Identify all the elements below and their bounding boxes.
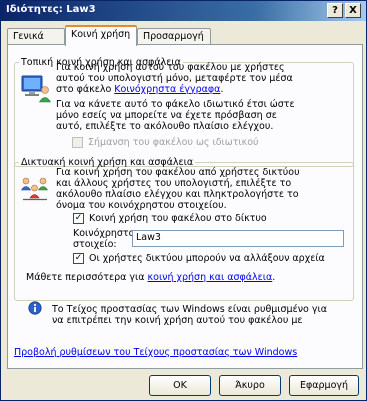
share-name-label: Κοινόχρηστο στοιχείο: — [73, 228, 134, 250]
local-text-line: Για να κάνετε αυτό το φάκελο ιδιωτικό έτ… — [56, 99, 295, 110]
sharing-tab-page: Τοπική κοινή χρήση και ασφάλεια Για κοιν… — [7, 44, 363, 369]
local-text-prefix: στο φάκελο — [56, 84, 115, 95]
local-text-suffix: . — [220, 84, 224, 95]
allow-change-files-label: Οι χρήστες δικτύου μπορούν να αλλάξουν α… — [89, 253, 325, 264]
help-icon[interactable]: ? — [327, 3, 343, 18]
private-folder-label: Σήμανση του φακέλου ως ιδιωτικού — [88, 137, 259, 148]
local-text-line: στο φάκελο Κοινόχρηστα έγγραφα. — [56, 84, 293, 95]
firewall-settings-link[interactable]: Προβολή ρυθμίσεων του Τείχους προστασίας… — [14, 347, 297, 358]
allow-change-files-checkbox[interactable]: ✓ — [73, 253, 84, 264]
shared-documents-link[interactable]: Κοινόχρηστα έγγραφα — [114, 84, 220, 95]
firewall-info-line: Το Τείχος προστασίας των Windows είναι ρ… — [52, 304, 327, 315]
sharing-security-link[interactable]: κοινή χρήση και ασφάλεια — [148, 272, 273, 283]
properties-dialog: Ιδιότητες: Law3 ? X Γενικά Κοινή χρήση Π… — [0, 0, 367, 401]
share-name-input[interactable]: Law3 — [132, 230, 344, 247]
share-name-label-line: Κοινόχρηστο — [73, 228, 135, 239]
users-computer-icon — [21, 75, 51, 103]
tab-strip: Γενικά Κοινή χρήση Προσαρμογή — [7, 25, 363, 46]
share-name-label-line: στοιχείο: — [73, 239, 117, 250]
network-text-line: Για κοινή χρήση του φακέλου από χρήστες … — [56, 167, 300, 178]
share-on-network-checkbox[interactable]: ✓ — [73, 213, 84, 224]
network-share-icon — [21, 177, 49, 201]
close-icon[interactable]: X — [345, 3, 361, 18]
apply-button[interactable]: Εφαρμογή — [289, 375, 359, 396]
local-text-line: Για κοινή χρήση αυτού του φακέλου με χρή… — [56, 62, 285, 73]
network-text-line: όνομα του κοινόχρηστου στοιχείου. — [56, 200, 227, 211]
learn-more-text: Μάθετε περισσότερα για κοινή χρήση και α… — [26, 272, 275, 283]
network-text: Για κοινή χρήση του φακέλου από χρήστες … — [56, 167, 300, 211]
learn-more-suffix: . — [272, 272, 276, 283]
tab-sharing[interactable]: Κοινή χρήση — [65, 25, 137, 46]
share-on-network-label: Κοινή χρήση του φακέλου στο δίκτυο — [89, 213, 267, 224]
local-text-line: μόνο εσείς να μπορείτε να έχετε πρόσβαση… — [56, 110, 277, 121]
local-text-line: αυτό, επιλέξτε το ακόλουθο πλαίσιο ελέγχ… — [56, 121, 274, 132]
network-text-line: ακόλουθο πλαίσιο ελέγχου και πληκτρολογή… — [56, 189, 299, 200]
learn-more-prefix: Μάθετε περισσότερα για — [26, 272, 148, 283]
tab-general[interactable]: Γενικά — [7, 28, 65, 45]
private-folder-checkbox[interactable] — [72, 137, 83, 148]
local-text-line: αυτού του υπολογιστή μόνο, μεταφέρτε τον… — [56, 73, 293, 84]
info-icon — [28, 301, 42, 315]
local-text-2: Για να κάνετε αυτό το φάκελο ιδιωτικό έτ… — [56, 99, 295, 132]
local-text-1: Για κοινή χρήση αυτού του φακέλου με χρή… — [56, 62, 293, 95]
cancel-button[interactable]: Άκυρο — [219, 375, 281, 396]
tab-customize[interactable]: Προσαρμογή — [137, 28, 211, 45]
title-bar[interactable]: Ιδιότητες: Law3 ? X — [1, 1, 366, 21]
firewall-info-line: να επιτρέπει την κοινή χρήση αυτού του φ… — [52, 315, 303, 326]
window-title: Ιδιότητες: Law3 — [6, 4, 96, 15]
firewall-info-text: Το Τείχος προστασίας των Windows είναι ρ… — [52, 304, 327, 336]
network-text-line: και άλλους χρήστες του υπολογιστή, επιλέ… — [56, 178, 292, 189]
ok-button[interactable]: OK — [149, 375, 211, 396]
